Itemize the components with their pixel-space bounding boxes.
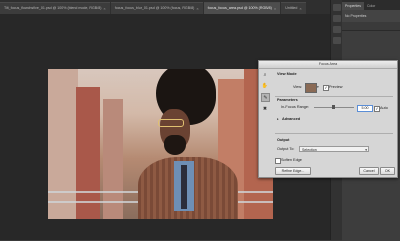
chevron-down-icon[interactable]: ▾ xyxy=(317,85,319,89)
dialog-toolbar: ⌕ ✋ ✎ ✖ xyxy=(261,71,271,116)
divider xyxy=(275,133,393,134)
panel-toggle-button[interactable] xyxy=(333,4,341,11)
tab-color[interactable]: Color xyxy=(364,2,378,10)
tab-properties[interactable]: Properties xyxy=(342,2,364,10)
document-tab-active[interactable]: focus_focus_area.psd @ 100% (RGB/8) × xyxy=(203,2,281,14)
in-focus-range-label: In-Focus Range: xyxy=(281,105,310,109)
tab-label: focus_focus_blur_01.psd @ 100% (focus, R… xyxy=(114,6,195,10)
panel-toggle-button[interactable] xyxy=(333,37,341,44)
close-icon[interactable]: × xyxy=(274,3,276,14)
preview-label: Preview xyxy=(329,85,343,89)
tab-label: Untitled xyxy=(285,6,298,10)
tab-label: Tilt_focus_flowchsfive_01.psd @ 100% (bl… xyxy=(4,6,102,10)
slider-handle[interactable] xyxy=(332,105,335,109)
person-beard xyxy=(164,135,186,155)
close-icon[interactable]: × xyxy=(103,3,105,14)
view-mode-thumbnail[interactable] xyxy=(305,83,317,93)
output-heading: Output xyxy=(277,138,290,142)
person-glasses xyxy=(158,119,184,127)
divider xyxy=(275,96,393,97)
auto-label: Auto xyxy=(380,106,388,110)
expand-triangle-icon[interactable]: ▸ xyxy=(277,117,279,121)
ok-button[interactable]: OK xyxy=(380,167,395,175)
close-icon[interactable]: × xyxy=(196,3,198,14)
document-tab[interactable]: Untitled × xyxy=(281,2,306,14)
refine-edge-button[interactable]: Refine Edge... xyxy=(275,167,311,175)
in-focus-range-input[interactable]: 5.00 xyxy=(357,105,373,112)
dialog-title: Focus Area xyxy=(259,61,397,69)
document-tab-bar: Tilt_focus_flowchsfive_01.psd @ 100% (bl… xyxy=(0,0,330,14)
soften-edge-label: Soften Edge xyxy=(281,158,302,162)
background-building xyxy=(48,69,78,219)
no-properties-message: No Properties xyxy=(342,10,400,22)
advanced-toggle[interactable]: Advanced xyxy=(282,117,300,121)
zoom-tool-icon[interactable]: ⌕ xyxy=(261,71,269,79)
panel-toggle-button[interactable] xyxy=(333,26,341,33)
output-to-value: Selection xyxy=(302,148,317,152)
person-tie xyxy=(181,165,187,209)
chevron-down-icon: ▾ xyxy=(365,148,367,152)
view-mode-heading: View Mode xyxy=(277,72,297,76)
output-to-label: Output To: xyxy=(277,147,295,151)
parameters-heading: Parameters xyxy=(277,98,298,102)
close-icon[interactable]: × xyxy=(299,3,301,14)
in-focus-range-slider[interactable] xyxy=(314,105,354,109)
output-to-select[interactable]: Selection ▾ xyxy=(299,146,369,152)
focus-area-add-tool-icon[interactable]: ✎ xyxy=(261,93,270,102)
background-building xyxy=(76,87,100,219)
cancel-button[interactable]: Cancel xyxy=(359,167,379,175)
tab-label: focus_focus_area.psd @ 100% (RGB/8) xyxy=(207,6,272,10)
focus-area-dialog: Focus Area ⌕ ✋ ✎ ✖ View Mode View: ▾ ✓ P… xyxy=(258,60,398,178)
document-photo[interactable] xyxy=(48,69,273,219)
document-tab[interactable]: Tilt_focus_flowchsfive_01.psd @ 100% (bl… xyxy=(0,2,110,14)
panel-toggle-button[interactable] xyxy=(333,15,341,22)
document-tab[interactable]: focus_focus_blur_01.psd @ 100% (focus, R… xyxy=(110,2,203,14)
view-label: View: xyxy=(293,85,303,89)
panel-tabs: Properties Color xyxy=(342,0,400,10)
focus-area-subtract-tool-icon[interactable]: ✖ xyxy=(261,105,269,113)
hand-tool-icon[interactable]: ✋ xyxy=(261,82,269,90)
